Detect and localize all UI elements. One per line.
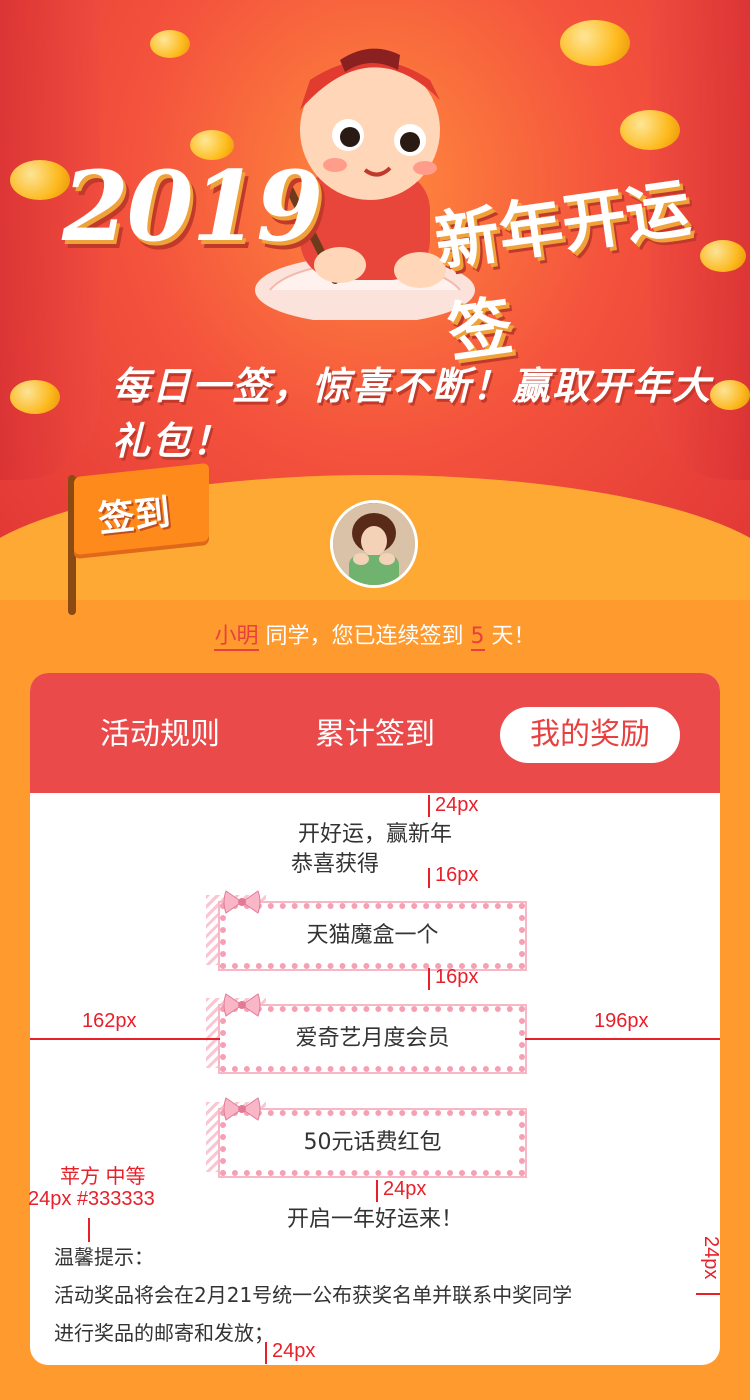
user-name: 小明 bbox=[214, 624, 259, 651]
hero-slogan: 每日一签，惊喜不断！赢取开年大礼包！ bbox=[112, 364, 713, 463]
rewards-intro-line1: 开好运，赢新年 bbox=[297, 822, 452, 847]
margin-marker-right bbox=[525, 1038, 720, 1040]
prize-label: 50元话费红包 bbox=[303, 1130, 442, 1155]
annotation-gap1: 16px bbox=[435, 864, 479, 886]
padding-marker-right bbox=[696, 1293, 720, 1295]
annotation-font-spec-2: 24px #333333 bbox=[28, 1188, 155, 1210]
greeting-suffix: 天！ bbox=[484, 624, 536, 649]
annotation-right-pad: 24px bbox=[700, 1236, 722, 1280]
tips-line2: 进行奖品的邮寄和发放； bbox=[54, 1321, 274, 1345]
prize-item: 天猫魔盒一个 bbox=[206, 890, 527, 971]
tips-title: 温馨提示： bbox=[54, 1245, 154, 1269]
spacing-marker bbox=[428, 968, 430, 990]
coin-icon bbox=[10, 380, 60, 414]
streak-days: 5 bbox=[470, 624, 485, 651]
avatar-image bbox=[333, 503, 415, 585]
tab-bar: 活动规则 累计签到 我的奖励 bbox=[30, 673, 720, 793]
annotation-right-margin: 196px bbox=[594, 1010, 649, 1032]
tab-my-rewards[interactable]: 我的奖励 bbox=[500, 707, 680, 763]
spacing-marker bbox=[88, 1218, 90, 1242]
checkin-flag-label[interactable]: 签到 bbox=[95, 483, 172, 542]
prize-item: 爱奇艺月度会员 bbox=[206, 993, 527, 1074]
spacing-marker bbox=[428, 868, 430, 888]
rewards-intro-line2: 恭喜获得 bbox=[290, 852, 379, 877]
annotation-font-spec-1: 苹方 中等 bbox=[60, 1166, 146, 1188]
prize-label: 天猫魔盒一个 bbox=[306, 923, 439, 948]
margin-marker-left bbox=[30, 1038, 220, 1040]
spacing-marker bbox=[376, 1180, 378, 1202]
prize-label: 爱奇艺月度会员 bbox=[295, 1026, 450, 1051]
tab-cumulative[interactable]: 累计签到 bbox=[285, 707, 465, 763]
greeting-middle: 同学，您已连续签到 bbox=[258, 624, 471, 649]
spacing-marker bbox=[428, 795, 430, 817]
hero-year: 2019 bbox=[62, 150, 323, 263]
spacing-marker bbox=[265, 1342, 267, 1364]
annotation-top-gap: 24px bbox=[435, 794, 479, 816]
annotation-gap2: 16px bbox=[435, 966, 479, 988]
annotation-left-margin: 162px bbox=[82, 1010, 137, 1032]
annotation-bottom-gap: 24px bbox=[272, 1340, 316, 1362]
coin-icon bbox=[560, 20, 630, 66]
annotation-gap3: 24px bbox=[383, 1178, 427, 1200]
tips-line1: 活动奖品将会在2月21号统一公布获奖名单并联系中奖同学 bbox=[54, 1283, 573, 1307]
coin-icon bbox=[10, 160, 70, 200]
coin-icon bbox=[620, 110, 680, 150]
coin-icon bbox=[150, 30, 190, 58]
checkin-greeting: 小明 同学，您已连续签到 5 天！ bbox=[0, 618, 750, 651]
prize-item: 50元话费红包 bbox=[206, 1097, 527, 1178]
tab-rules[interactable]: 活动规则 bbox=[70, 707, 250, 763]
avatar[interactable] bbox=[330, 500, 418, 588]
